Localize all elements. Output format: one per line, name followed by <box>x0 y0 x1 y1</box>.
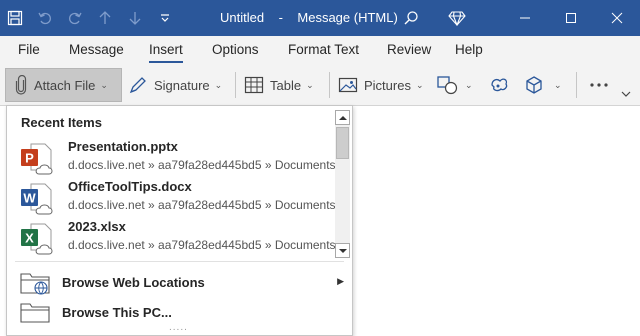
shapes-button[interactable]: ⌄ <box>436 68 478 102</box>
file-path: d.docs.live.net » aa79fa28ed445bd5 » Doc… <box>68 238 336 252</box>
redo-icon <box>69 12 82 25</box>
tab-message[interactable]: Message <box>69 36 124 66</box>
icons-button[interactable] <box>488 68 518 102</box>
maximize-icon <box>566 13 576 23</box>
ribbon-tabs: File Message Insert Options Format Text … <box>0 36 640 66</box>
more-icon <box>590 83 608 87</box>
search-icon <box>404 11 418 25</box>
chevron-down-icon: ⌄ <box>554 79 562 90</box>
icons-insert-icon <box>491 78 508 92</box>
paperclip-icon <box>15 75 27 95</box>
file-path: d.docs.live.net » aa79fa28ed445bd5 » Doc… <box>68 158 336 172</box>
ribbon-separator <box>235 72 236 98</box>
file-name: OfficeToolTips.docx <box>68 179 192 194</box>
close-button[interactable] <box>594 0 640 36</box>
table-label: Table <box>270 77 302 93</box>
title-separator: - <box>278 10 283 25</box>
recent-items-heading: Recent Items <box>21 115 102 130</box>
attach-file-label: Attach File <box>34 77 96 93</box>
tab-insert[interactable]: Insert <box>149 36 183 66</box>
up-arrow-icon <box>99 11 111 24</box>
chevron-down-icon: ⌄ <box>214 79 223 90</box>
svg-text:P: P <box>25 151 34 166</box>
signature-button[interactable]: Signature ⌄ <box>128 68 228 102</box>
save-icon <box>7 10 23 26</box>
undo-button[interactable] <box>30 0 60 36</box>
signature-label: Signature <box>154 77 210 93</box>
more-options-button[interactable] <box>585 68 613 102</box>
ribbon-toolbar: Attach File ⌄ Signature ⌄ Table ⌄ Pictur… <box>0 66 640 106</box>
chevron-down-icon: ⌄ <box>415 79 424 90</box>
scroll-up-button[interactable] <box>335 110 350 125</box>
recent-file-item[interactable]: X 2023.xlsx d.docs.live.net » aa79fa28ed… <box>19 219 336 259</box>
tab-review[interactable]: Review <box>387 36 431 66</box>
customize-chevron-icon <box>161 14 169 22</box>
ribbon-separator <box>329 72 330 98</box>
submenu-arrow-icon: ▶ <box>337 276 344 286</box>
table-icon <box>244 76 264 94</box>
save-button[interactable] <box>0 0 30 36</box>
browse-this-pc-label: Browse This PC... <box>62 304 172 320</box>
pictures-label: Pictures <box>364 77 411 93</box>
recent-file-item[interactable]: P Presentation.pptx d.docs.live.net » aa… <box>19 139 336 179</box>
recent-items-scrollbar[interactable] <box>335 110 350 258</box>
tab-file[interactable]: File <box>18 36 40 66</box>
undo-icon <box>38 12 51 25</box>
svg-text:X: X <box>25 231 34 246</box>
scroll-up-arrow-icon <box>338 115 347 120</box>
window-title: Untitled - Message (HTML) <box>220 0 398 36</box>
chevron-down-icon: ⌄ <box>100 79 108 90</box>
word-cloud-file-icon: W <box>21 183 53 215</box>
chevron-down-icon: ⌄ <box>465 79 473 90</box>
attach-file-dropdown: Recent Items P Presentation.pptx d.docs.… <box>6 105 353 336</box>
close-icon <box>611 12 623 24</box>
file-name: 2023.xlsx <box>68 219 126 234</box>
web-folder-icon <box>20 273 50 295</box>
file-path: d.docs.live.net » aa79fa28ed445bd5 » Doc… <box>68 198 336 212</box>
chevron-down-icon <box>621 91 631 97</box>
next-button[interactable] <box>120 0 150 36</box>
expand-ribbon-button[interactable] <box>618 86 634 102</box>
attach-file-button[interactable]: Attach File ⌄ <box>5 68 122 102</box>
title-bar: Untitled - Message (HTML) <box>0 0 640 36</box>
app-title: Message (HTML) <box>297 10 398 25</box>
tab-options[interactable]: Options <box>212 36 259 66</box>
shapes-icon <box>437 76 458 95</box>
menu-divider <box>15 261 344 262</box>
powerpoint-cloud-file-icon: P <box>21 143 53 175</box>
pictures-icon <box>338 77 358 93</box>
table-button[interactable]: Table ⌄ <box>244 68 324 102</box>
chevron-down-icon: ⌄ <box>306 79 314 90</box>
signature-icon <box>129 77 146 94</box>
down-arrow-icon <box>129 12 141 25</box>
search-button[interactable] <box>388 0 434 36</box>
scrollbar-thumb[interactable] <box>336 127 349 159</box>
redo-button[interactable] <box>60 0 90 36</box>
scroll-down-button[interactable] <box>335 243 350 258</box>
3d-cube-icon <box>526 76 542 94</box>
scroll-down-arrow-icon <box>338 248 347 253</box>
excel-cloud-file-icon: X <box>21 223 53 255</box>
folder-icon <box>20 303 50 323</box>
document-title: Untitled <box>220 10 265 25</box>
previous-button[interactable] <box>90 0 120 36</box>
svg-text:W: W <box>23 191 36 206</box>
tab-format-text[interactable]: Format Text <box>288 36 359 66</box>
tab-help[interactable]: Help <box>455 36 483 66</box>
3d-models-button[interactable]: ⌄ <box>524 68 572 102</box>
recent-file-item[interactable]: W OfficeToolTips.docx d.docs.live.net » … <box>19 179 336 219</box>
ribbon-separator <box>576 72 577 98</box>
quick-access-toolbar <box>0 0 180 36</box>
browse-web-locations-label: Browse Web Locations <box>62 274 205 290</box>
browse-web-locations-item[interactable]: Browse Web Locations ▶ <box>19 269 344 295</box>
resize-grip[interactable]: ..... <box>169 322 188 333</box>
premium-button[interactable] <box>434 0 480 36</box>
pictures-button[interactable]: Pictures ⌄ <box>338 68 428 102</box>
customize-toolbar-button[interactable] <box>150 0 180 36</box>
maximize-button[interactable] <box>548 0 594 36</box>
file-name: Presentation.pptx <box>68 139 178 154</box>
minimize-icon <box>520 17 530 19</box>
minimize-button[interactable] <box>502 0 548 36</box>
diamond-icon <box>448 11 466 26</box>
